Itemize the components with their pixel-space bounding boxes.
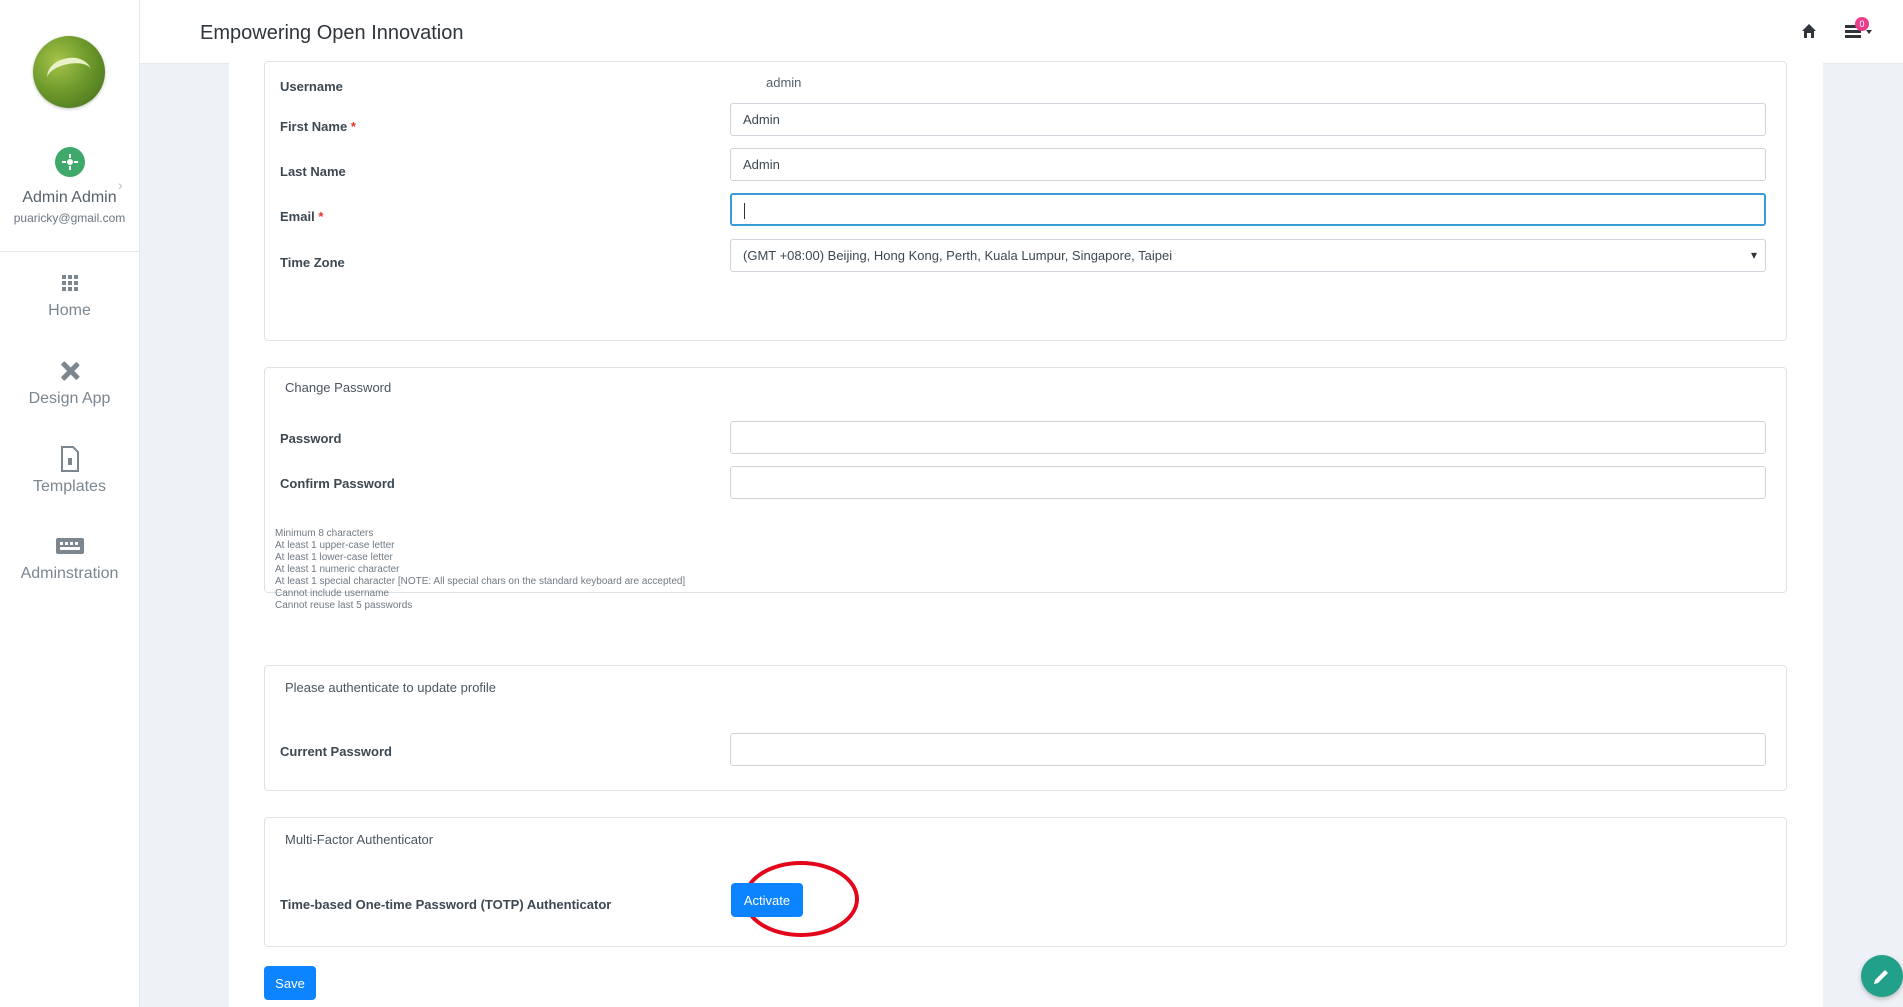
change-password-card: Change Password Password Confirm Passwor… xyxy=(264,367,1787,611)
sidebar-item-templates[interactable]: Templates xyxy=(0,446,139,496)
sidebar-item-design-app[interactable]: Design App xyxy=(0,358,139,408)
authenticate-title: Please authenticate to update profile xyxy=(285,680,497,695)
edit-fab-button[interactable] xyxy=(1861,955,1903,997)
page-title: Empowering Open Innovation xyxy=(200,22,464,44)
mfa-title: Multi-Factor Authenticator xyxy=(285,832,434,847)
authenticate-card: Please authenticate to update profile Cu… xyxy=(264,665,1787,791)
username-value: admin xyxy=(766,75,802,90)
password-rule: Cannot include username xyxy=(275,588,389,599)
save-button[interactable]: Save xyxy=(264,966,316,1000)
home-icon[interactable] xyxy=(1801,23,1817,39)
password-field[interactable] xyxy=(730,421,1766,454)
totp-label: Time-based One-time Password (TOTP) Auth… xyxy=(280,897,612,912)
notification-menu[interactable]: 0 xyxy=(1843,17,1877,43)
mfa-card: Multi-Factor Authenticator Time-based On… xyxy=(264,817,1787,947)
sidebar-item-label: Templates xyxy=(33,478,106,495)
main-content: Username admin First Name * Admin Last N… xyxy=(229,61,1823,1007)
app-logo[interactable] xyxy=(33,36,105,108)
notification-badge: 0 xyxy=(1855,17,1869,31)
time-zone-select[interactable]: (GMT +08:00) Beijing, Hong Kong, Perth, … xyxy=(730,239,1766,272)
email-label: Email * xyxy=(280,209,324,224)
sidebar-item-adminstration[interactable]: Adminstration xyxy=(0,533,139,583)
confirm-password-field[interactable] xyxy=(730,466,1766,499)
profile-card: Username admin First Name * Admin Last N… xyxy=(264,61,1787,341)
activate-button[interactable]: Activate xyxy=(731,883,803,917)
last-name-label: Last Name xyxy=(280,164,346,179)
sidebar-item-home[interactable]: Home xyxy=(0,270,139,320)
password-rules: Minimum 8 characters At least 1 upper-ca… xyxy=(275,528,685,612)
current-password-label: Current Password xyxy=(280,744,392,759)
user-avatar-icon xyxy=(54,147,85,177)
sidebar-item-label: Design App xyxy=(28,390,111,407)
email-field[interactable] xyxy=(730,193,1766,226)
chevron-right-icon[interactable]: › xyxy=(118,177,123,193)
first-name-field[interactable]: Admin xyxy=(730,103,1766,136)
confirm-password-label: Confirm Password xyxy=(280,476,395,491)
password-rule: At least 1 lower-case letter xyxy=(275,552,393,563)
sidebar: › Admin Admin puaricky@gmail.com Home De… xyxy=(0,0,140,1007)
password-rule: At least 1 upper-case letter xyxy=(275,540,395,551)
password-rule: Cannot reuse last 5 passwords xyxy=(275,600,413,611)
design-tools-icon xyxy=(0,358,139,384)
user-profile[interactable]: › Admin Admin puaricky@gmail.com xyxy=(0,147,139,225)
username-label: Username xyxy=(280,79,343,94)
change-password-title: Change Password xyxy=(285,380,392,395)
pencil-icon xyxy=(1874,970,1888,984)
password-rule: Minimum 8 characters xyxy=(275,528,374,539)
chevron-down-icon: ▾ xyxy=(1750,248,1757,262)
password-label: Password xyxy=(280,431,342,446)
keyboard-icon xyxy=(0,533,139,559)
top-bar: Empowering Open Innovation 0 xyxy=(140,0,1903,64)
first-name-label: First Name * xyxy=(280,119,356,134)
sidebar-item-label: Home xyxy=(48,302,91,319)
sidebar-item-label: Adminstration xyxy=(20,565,119,582)
password-rule: At least 1 special character [NOTE: All … xyxy=(275,576,686,587)
grid-icon xyxy=(0,270,139,296)
user-email: puaricky@gmail.com xyxy=(13,211,126,225)
file-icon xyxy=(0,446,139,472)
last-name-field[interactable]: Admin xyxy=(730,148,1766,181)
current-password-field[interactable] xyxy=(730,733,1766,766)
sidebar-divider xyxy=(0,251,139,252)
time-zone-label: Time Zone xyxy=(280,255,345,270)
password-rule: At least 1 numeric character xyxy=(275,564,400,575)
